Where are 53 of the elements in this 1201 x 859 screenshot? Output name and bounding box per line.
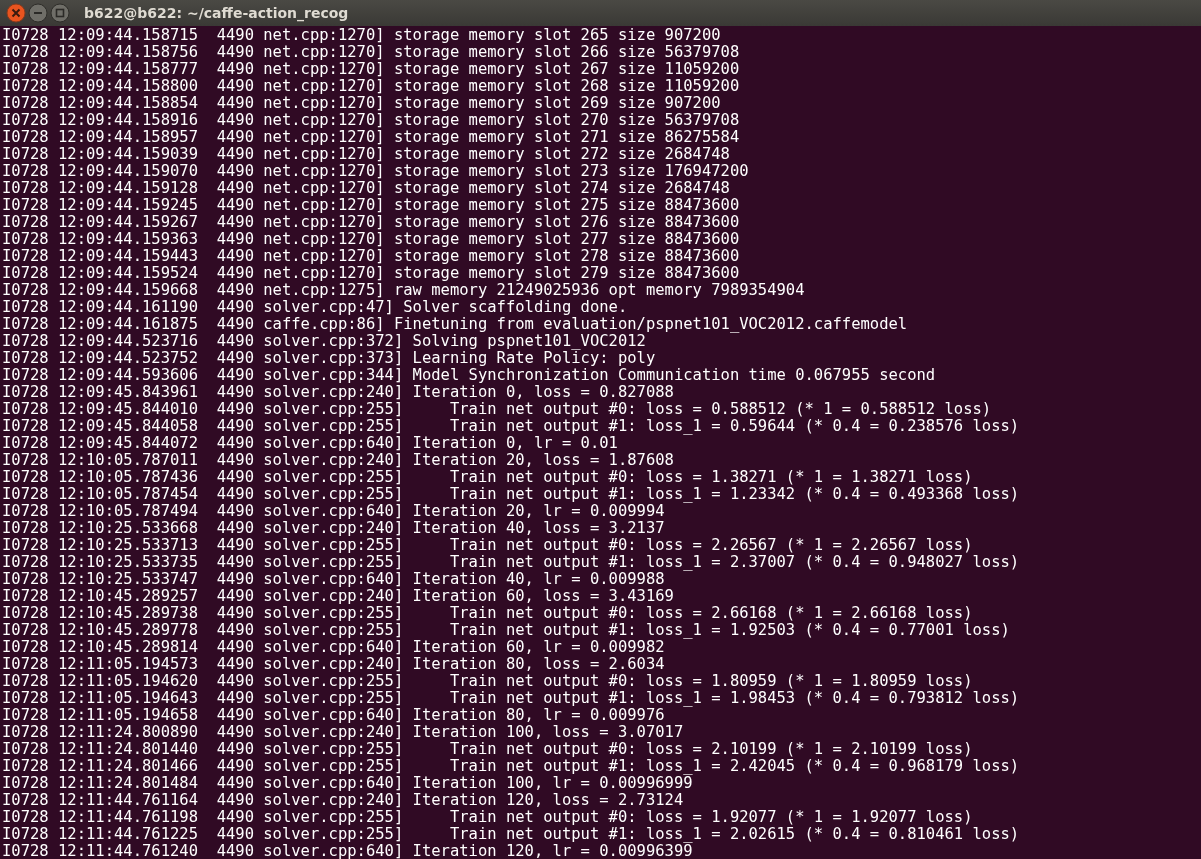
- log-line: I0728 12:09:44.158756 4490 net.cpp:1270] storage memory slot 266 size 56379708: [2, 44, 740, 61]
- log-line: I0728 12:09:44.159267 4490 net.cpp:1270] storage memory slot 276 size 88473600: [2, 214, 740, 231]
- log-line: I0728 12:11:05.194643 4490 solver.cpp:255] Train net output #1: loss_1 = 1.98453 (* 0.4 = 0.793812 loss): [2, 690, 1020, 707]
- log-line: I0728 12:09:45.844058 4490 solver.cpp:255] Train net output #1: loss_1 = 0.59644 (* 0.4 = 0.238576 loss): [2, 418, 1020, 435]
- log-line: I0728 12:09:44.158854 4490 net.cpp:1270] storage memory slot 269 size 907200: [2, 95, 721, 112]
- log-line: I0728 12:11:44.761164 4490 solver.cpp:240] Iteration 120, loss = 2.73124: [2, 792, 684, 809]
- minimize-icon[interactable]: [28, 3, 48, 23]
- log-line: I0728 12:09:44.158777 4490 net.cpp:1270] storage memory slot 267 size 11059200: [2, 61, 740, 78]
- log-line: I0728 12:10:25.533735 4490 solver.cpp:255] Train net output #1: loss_1 = 2.37007 (* 0.4 = 0.948027 loss): [2, 554, 1020, 571]
- log-line: I0728 12:10:45.289814 4490 solver.cpp:640] Iteration 60, lr = 0.009982: [2, 639, 665, 656]
- log-line: I0728 12:09:44.158916 4490 net.cpp:1270] storage memory slot 270 size 56379708: [2, 112, 740, 129]
- log-line: I0728 12:09:44.159039 4490 net.cpp:1270] storage memory slot 272 size 2684748: [2, 146, 730, 163]
- log-line: I0728 12:10:05.787011 4490 solver.cpp:240] Iteration 20, loss = 1.87608: [2, 452, 674, 469]
- log-line: I0728 12:09:44.159128 4490 net.cpp:1270] storage memory slot 274 size 2684748: [2, 180, 730, 197]
- log-line: I0728 12:11:24.801440 4490 solver.cpp:255] Train net output #0: loss = 2.10199 (* 1 = 2.10199 loss): [2, 741, 973, 758]
- log-line: I0728 12:09:44.158957 4490 net.cpp:1270] storage memory slot 271 size 86275584: [2, 129, 740, 146]
- log-line: I0728 12:09:44.161875 4490 caffe.cpp:86] Finetuning from evaluation/pspnet101_VOC2012.caffemodel: [2, 316, 908, 333]
- log-line: I0728 12:10:45.289738 4490 solver.cpp:255] Train net output #0: loss = 2.66168 (* 1 = 2.66168 loss): [2, 605, 973, 622]
- close-icon[interactable]: [6, 3, 26, 23]
- log-line: I0728 12:10:05.787436 4490 solver.cpp:255] Train net output #0: loss = 1.38271 (* 1 = 1.38271 loss): [2, 469, 973, 486]
- window-title: b622@b622: ~/caffe-action_recog: [84, 5, 349, 21]
- log-line: I0728 12:11:05.194573 4490 solver.cpp:240] Iteration 80, loss = 2.6034: [2, 656, 665, 673]
- log-line: I0728 12:09:44.159524 4490 net.cpp:1270] storage memory slot 279 size 88473600: [2, 265, 740, 282]
- log-line: I0728 12:09:45.843961 4490 solver.cpp:240] Iteration 0, loss = 0.827088: [2, 384, 674, 401]
- log-line: I0728 12:11:44.761240 4490 solver.cpp:640] Iteration 120, lr = 0.00996399: [2, 843, 693, 859]
- log-line: I0728 12:11:44.761198 4490 solver.cpp:255] Train net output #0: loss = 1.92077 (* 1 = 1.92077 loss): [2, 809, 973, 826]
- log-line: I0728 12:10:05.787494 4490 solver.cpp:640] Iteration 20, lr = 0.009994: [2, 503, 665, 520]
- log-line: I0728 12:10:45.289778 4490 solver.cpp:255] Train net output #1: loss_1 = 1.92503 (* 0.4 = 0.77001 loss): [2, 622, 1010, 639]
- log-line: I0728 12:09:44.161190 4490 solver.cpp:47] Solver scaffolding done.: [2, 299, 628, 316]
- log-line: I0728 12:09:44.523716 4490 solver.cpp:372] Solving pspnet101_VOC2012: [2, 333, 646, 350]
- log-line: I0728 12:10:45.289257 4490 solver.cpp:240] Iteration 60, loss = 3.43169: [2, 588, 674, 605]
- log-line: I0728 12:11:44.761225 4490 solver.cpp:255] Train net output #1: loss_1 = 2.02615 (* 0.4 = 0.810461 loss): [2, 826, 1020, 843]
- log-line: I0728 12:09:44.158715 4490 net.cpp:1270] storage memory slot 265 size 907200: [2, 27, 721, 44]
- log-line: I0728 12:09:44.159443 4490 net.cpp:1270] storage memory slot 278 size 88473600: [2, 248, 740, 265]
- log-line: I0728 12:09:44.159245 4490 net.cpp:1270] storage memory slot 275 size 88473600: [2, 197, 740, 214]
- maximize-icon[interactable]: [50, 3, 70, 23]
- log-line: I0728 12:09:45.844072 4490 solver.cpp:640] Iteration 0, lr = 0.01: [2, 435, 618, 452]
- log-line: I0728 12:10:25.533747 4490 solver.cpp:640] Iteration 40, lr = 0.009988: [2, 571, 665, 588]
- log-line: I0728 12:10:05.787454 4490 solver.cpp:255] Train net output #1: loss_1 = 1.23342 (* 0.4 = 0.493368 loss): [2, 486, 1020, 503]
- log-line: I0728 12:09:44.159363 4490 net.cpp:1270] storage memory slot 277 size 88473600: [2, 231, 740, 248]
- log-line: I0728 12:10:25.533713 4490 solver.cpp:255] Train net output #0: loss = 2.26567 (* 1 = 2.26567 loss): [2, 537, 973, 554]
- log-line: I0728 12:10:25.533668 4490 solver.cpp:240] Iteration 40, loss = 3.2137: [2, 520, 665, 537]
- log-line: I0728 12:09:45.844010 4490 solver.cpp:255] Train net output #0: loss = 0.588512 (* 1 = 0.588512 loss): [2, 401, 992, 418]
- log-line: I0728 12:09:44.159070 4490 net.cpp:1270] storage memory slot 273 size 176947200: [2, 163, 749, 180]
- log-line: I0728 12:11:24.801484 4490 solver.cpp:640] Iteration 100, lr = 0.00996999: [2, 775, 693, 792]
- log-line: I0728 12:11:05.194658 4490 solver.cpp:640] Iteration 80, lr = 0.009976: [2, 707, 665, 724]
- log-line: I0728 12:11:24.801466 4490 solver.cpp:255] Train net output #1: loss_1 = 2.42045 (* 0.4 = 0.968179 loss): [2, 758, 1020, 775]
- log-line: I0728 12:09:44.593606 4490 solver.cpp:344] Model Synchronization Communication time 0.067955 second: [2, 367, 936, 384]
- log-line: I0728 12:11:05.194620 4490 solver.cpp:255] Train net output #0: loss = 1.80959 (* 1 = 1.80959 loss): [2, 673, 973, 690]
- log-line: I0728 12:09:44.158800 4490 net.cpp:1270] storage memory slot 268 size 11059200: [2, 78, 740, 95]
- log-line: I0728 12:09:44.523752 4490 solver.cpp:373] Learning Rate Policy: poly: [2, 350, 656, 367]
- log-line: I0728 12:11:24.800890 4490 solver.cpp:240] Iteration 100, loss = 3.07017: [2, 724, 684, 741]
- log-line: I0728 12:09:44.159668 4490 net.cpp:1275] raw memory 21249025936 opt memory 7989354904: [2, 282, 805, 299]
